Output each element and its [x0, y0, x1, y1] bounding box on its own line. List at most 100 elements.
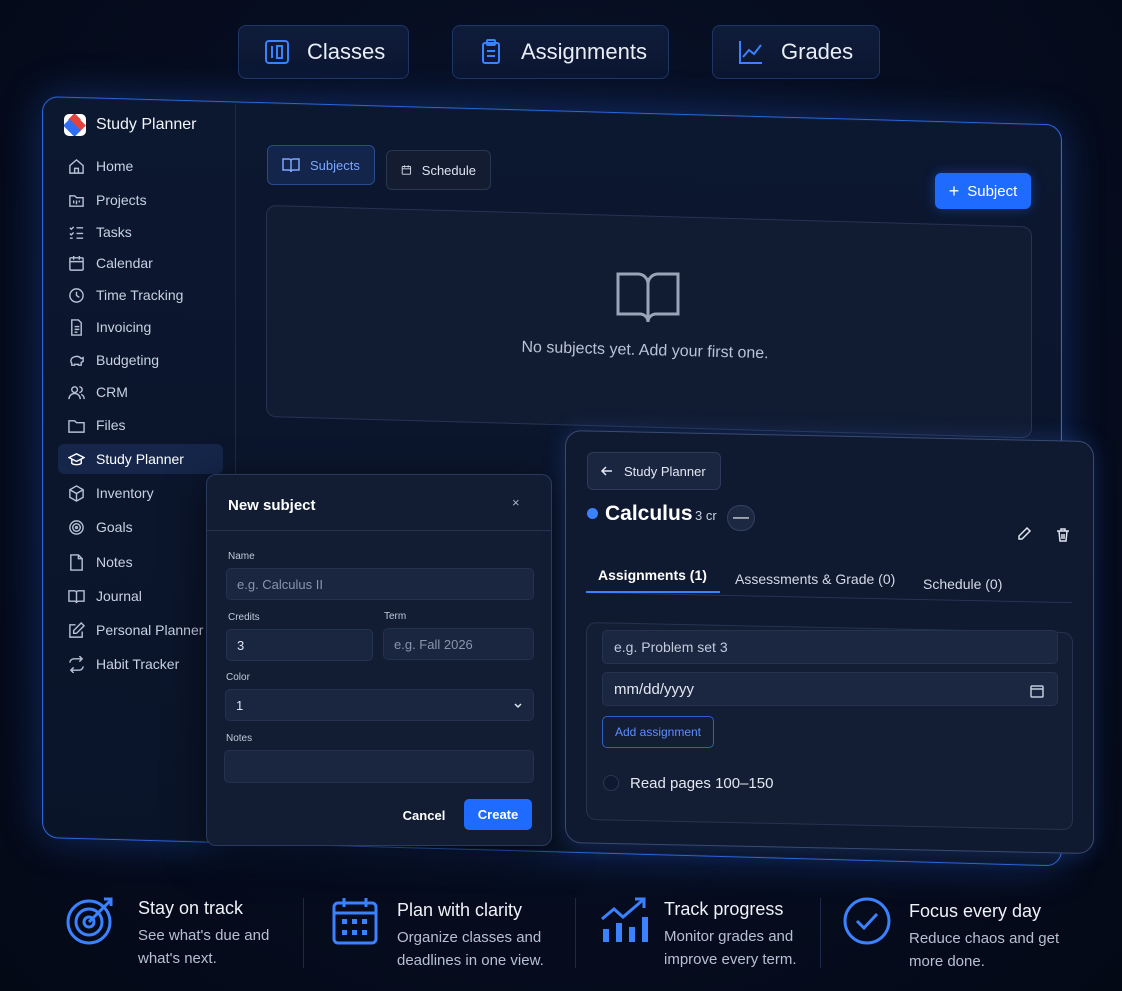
assignment-date-input[interactable]: mm/dd/yyyy — [602, 672, 1058, 706]
tab-assignments[interactable]: Assignments (1) — [598, 567, 707, 583]
sidebar-item-inventory[interactable]: Inventory — [58, 478, 223, 508]
repeat-icon — [69, 655, 84, 673]
calendar-icon — [69, 255, 84, 271]
calendar-icon[interactable] — [1030, 684, 1044, 698]
close-icon[interactable]: × — [512, 495, 520, 510]
sidebar-item-label: Goals — [96, 519, 133, 535]
term-label: Term — [384, 611, 407, 622]
plus-icon: + — [948, 181, 960, 201]
cancel-button[interactable]: Cancel — [396, 799, 452, 831]
credits-field[interactable]: 3 — [226, 629, 373, 661]
create-button[interactable]: Create — [464, 799, 532, 830]
sidebar-item-budgeting[interactable]: Budgeting — [58, 345, 223, 375]
feature-desc: Organize classes and deadlines in one vi… — [397, 929, 544, 969]
clock-icon — [69, 287, 84, 303]
sidebar-item-label: Study Planner — [96, 451, 184, 467]
home-icon — [69, 158, 84, 174]
sidebar-item-label: Tasks — [96, 224, 132, 240]
subject-title: Calculus — [605, 502, 693, 525]
divider — [303, 898, 304, 968]
credits-label: Credits — [228, 612, 260, 623]
active-tab-indicator — [586, 591, 720, 593]
subject-color-dot — [587, 508, 598, 519]
divider — [820, 898, 821, 968]
sidebar-item-crm[interactable]: CRM — [58, 377, 223, 407]
arrow-left-icon — [600, 466, 612, 476]
sidebar-item-home[interactable]: Home — [58, 151, 223, 181]
bar-trend-icon — [601, 897, 648, 942]
open-book-icon — [282, 158, 300, 173]
line-chart-icon — [739, 41, 762, 64]
brand-name: Study Planner — [96, 116, 197, 133]
sidebar-item-personal-planner[interactable]: Personal Planner — [58, 615, 223, 645]
assignment-title-input[interactable]: e.g. Problem set 3 — [602, 630, 1058, 664]
notes-field[interactable] — [224, 750, 534, 783]
tab-label: Subjects — [310, 157, 360, 173]
piggy-bank-icon — [70, 355, 84, 366]
app-logo — [64, 114, 86, 136]
edit-square-icon — [69, 621, 85, 638]
sidebar-item-study-planner[interactable]: Study Planner — [58, 444, 223, 474]
term-field[interactable]: e.g. Fall 2026 — [383, 628, 534, 660]
feature-pill-assignments: Assignments — [452, 25, 669, 79]
brand[interactable]: Study Planner — [64, 114, 197, 136]
open-book-icon — [68, 589, 85, 603]
sidebar-item-invoicing[interactable]: Invoicing — [58, 312, 223, 342]
feature-title: Track progress — [664, 899, 784, 919]
sidebar-item-habit-tracker[interactable]: Habit Tracker — [58, 649, 223, 679]
back-button-label: Study Planner — [624, 463, 706, 479]
notes-label: Notes — [226, 733, 253, 744]
add-subject-label: Subject — [967, 182, 1018, 200]
color-select-value: 1 — [236, 697, 244, 713]
sidebar-item-label: Time Tracking — [96, 287, 184, 303]
pencil-icon[interactable] — [1016, 526, 1032, 542]
tab-schedule[interactable]: Schedule (0) — [923, 576, 1002, 592]
sidebar-item-time-tracking[interactable]: Time Tracking — [58, 280, 223, 310]
invoice-icon — [71, 318, 82, 336]
date-placeholder: mm/dd/yyyy — [614, 680, 695, 698]
color-label: Color — [226, 672, 250, 683]
sidebar-item-journal[interactable]: Journal — [58, 581, 223, 611]
back-button[interactable]: Study Planner — [587, 452, 721, 490]
users-icon — [68, 385, 85, 399]
sidebar-item-label: Home — [96, 158, 134, 174]
name-field[interactable]: e.g. Calculus II — [226, 568, 534, 600]
box-icon — [69, 484, 84, 502]
sidebar-item-projects[interactable]: Projects — [58, 185, 223, 215]
divider — [575, 898, 576, 968]
sidebar-item-label: Habit Tracker — [96, 656, 180, 672]
clipboard-icon — [482, 39, 500, 64]
feature-pill-label: Assignments — [521, 39, 647, 64]
modal-divider — [207, 530, 551, 531]
sidebar-item-label: CRM — [96, 384, 128, 400]
target-arrow-icon — [66, 897, 113, 945]
sidebar-item-tasks[interactable]: Tasks — [58, 217, 223, 247]
feature-title: Plan with clarity — [397, 900, 523, 920]
trash-icon[interactable] — [1055, 527, 1071, 543]
sidebar-item-goals[interactable]: Goals — [58, 512, 223, 542]
sidebar-item-label: Files — [96, 417, 126, 433]
task-label: Read pages 100–150 — [630, 775, 774, 792]
sidebar-item-label: Budgeting — [96, 352, 160, 368]
sidebar-item-label: Invoicing — [96, 319, 152, 335]
feature-title: Stay on track — [138, 898, 244, 918]
tab-subjects[interactable]: Subjects — [267, 145, 375, 185]
tab-schedule[interactable]: Schedule — [386, 150, 491, 190]
feature-title: Focus every day — [909, 901, 1042, 921]
feature-pill-classes: Classes — [238, 25, 409, 79]
task-checkbox[interactable] — [603, 775, 619, 791]
sidebar-item-files[interactable]: Files — [58, 410, 223, 440]
add-subject-button[interactable]: + Subject — [935, 173, 1031, 209]
sidebar-item-label: Journal — [96, 588, 142, 604]
collapse-toggle[interactable]: — — [727, 505, 755, 531]
sidebar-item-label: Inventory — [96, 485, 154, 501]
sidebar-item-notes[interactable]: Notes — [58, 547, 223, 577]
sidebar-item-label: Calendar — [96, 255, 153, 271]
add-assignment-button[interactable]: Add assignment — [602, 716, 714, 748]
check-circle-icon — [843, 897, 891, 945]
sidebar-item-calendar[interactable]: Calendar — [58, 248, 223, 278]
tab-assessments-grade[interactable]: Assessments & Grade (0) — [735, 571, 895, 587]
color-select[interactable]: 1 — [225, 689, 534, 721]
checklist-icon — [69, 225, 84, 239]
open-book-icon — [616, 272, 680, 323]
